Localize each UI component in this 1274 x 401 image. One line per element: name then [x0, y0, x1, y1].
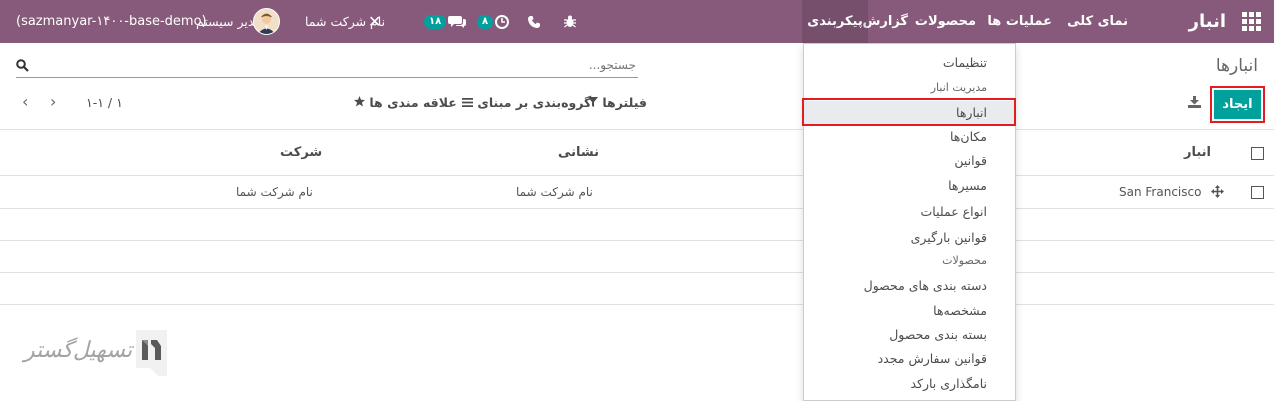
- configuration-dropdown: تنظیمات مدیریت انبار انبارها مکان‌ها قوا…: [803, 43, 1016, 401]
- app-brand[interactable]: انبار: [1189, 0, 1226, 43]
- dropdown-item-attributes[interactable]: مشخصه‌ها: [804, 299, 1015, 323]
- list-icon: [462, 95, 477, 110]
- row-border: [0, 304, 1274, 305]
- user-avatar[interactable]: [253, 8, 280, 35]
- watermark-text: تسهیل‌گستر: [24, 338, 133, 363]
- activity-icon[interactable]: ۸: [477, 0, 510, 43]
- cell-company: نام شرکت شما: [236, 185, 313, 199]
- favorites-button[interactable]: علاقه مندی ها: [354, 95, 457, 110]
- dropdown-header-products: محصولات: [942, 254, 987, 267]
- search-input[interactable]: [56, 58, 636, 72]
- search-bar: [16, 56, 638, 78]
- dropdown-header-warehouse-management: مدیریت انبار: [930, 81, 987, 94]
- activity-badge: ۸: [477, 14, 494, 29]
- groupby-button[interactable]: گروه‌بندی بر مبنای: [462, 95, 591, 110]
- dropdown-item-putaway-rules[interactable]: قوانین بارگیری: [804, 226, 1015, 250]
- favorites-label: علاقه مندی ها: [369, 95, 457, 110]
- dropdown-item-locations[interactable]: مکان‌ها: [804, 125, 1015, 149]
- groupby-label: گروه‌بندی بر مبنای: [477, 95, 592, 110]
- column-header-address[interactable]: نشانی: [558, 145, 599, 160]
- header-border: [0, 175, 1274, 176]
- chat-badge: ۱۸: [424, 14, 447, 29]
- apps-menu-icon[interactable]: [1240, 0, 1262, 43]
- dropdown-item-operation-types[interactable]: انواع عملیات: [804, 200, 1015, 224]
- create-button[interactable]: ایجاد: [1214, 90, 1261, 119]
- row-checkbox[interactable]: [1251, 186, 1264, 199]
- row-border: [0, 240, 1274, 241]
- dropdown-item-barcode-nomenclatures[interactable]: نامگذاری بارکد: [804, 372, 1015, 396]
- menu-overview[interactable]: نمای کلی: [1057, 0, 1138, 43]
- chat-icon[interactable]: ۱۸: [424, 0, 467, 43]
- pager-value[interactable]: ۱-۱ / ۱: [86, 95, 123, 110]
- column-header-warehouse[interactable]: انبار: [1184, 145, 1211, 160]
- table-top-border: [0, 129, 1274, 130]
- menu-configuration[interactable]: پیکربندی: [802, 0, 868, 43]
- row-border: [0, 272, 1274, 273]
- dropdown-item-reordering-rules[interactable]: قوانین سفارش مجدد: [804, 347, 1015, 371]
- cell-warehouse: San Francisco: [1119, 185, 1202, 199]
- breadcrumb: انبارها: [1215, 56, 1258, 76]
- dropdown-item-settings[interactable]: تنظیمات: [804, 51, 1015, 75]
- menu-operations[interactable]: عملیات ها: [977, 0, 1062, 43]
- tools-icon[interactable]: ✕: [368, 0, 381, 43]
- pager-previous-icon[interactable]: ‹: [22, 92, 28, 111]
- row-border: [0, 208, 1274, 209]
- top-navbar: انبار نمای کلی عملیات ها محصولات گزارش پ…: [0, 0, 1274, 43]
- warehouses-highlight: [802, 98, 1016, 126]
- database-name: (sazmanyar-۱۴۰۰-base-demo): [16, 14, 207, 29]
- column-header-company[interactable]: شرکت: [280, 145, 322, 160]
- filters-button[interactable]: فیلترها: [588, 95, 647, 110]
- phone-icon[interactable]: [528, 0, 540, 43]
- filters-label: فیلترها: [602, 95, 647, 110]
- dropdown-item-routes[interactable]: مسیرها: [804, 174, 1015, 198]
- select-all-checkbox[interactable]: [1251, 147, 1264, 160]
- download-icon[interactable]: [1188, 96, 1201, 112]
- pager-next-icon[interactable]: ›: [50, 92, 56, 111]
- drag-handle-icon[interactable]: [1211, 185, 1224, 202]
- dropdown-item-rules[interactable]: قوانین: [804, 149, 1015, 173]
- debug-icon[interactable]: [564, 0, 576, 43]
- cell-address: نام شرکت شما: [516, 185, 593, 199]
- star-icon: [354, 95, 369, 110]
- watermark-logo: [136, 330, 167, 376]
- user-name[interactable]: مدیر سیستم: [196, 0, 261, 43]
- search-icon[interactable]: [16, 59, 29, 76]
- dropdown-item-product-packagings[interactable]: بسته بندی محصول: [804, 323, 1015, 347]
- dropdown-item-product-categories[interactable]: دسته بندی های محصول: [804, 274, 1015, 298]
